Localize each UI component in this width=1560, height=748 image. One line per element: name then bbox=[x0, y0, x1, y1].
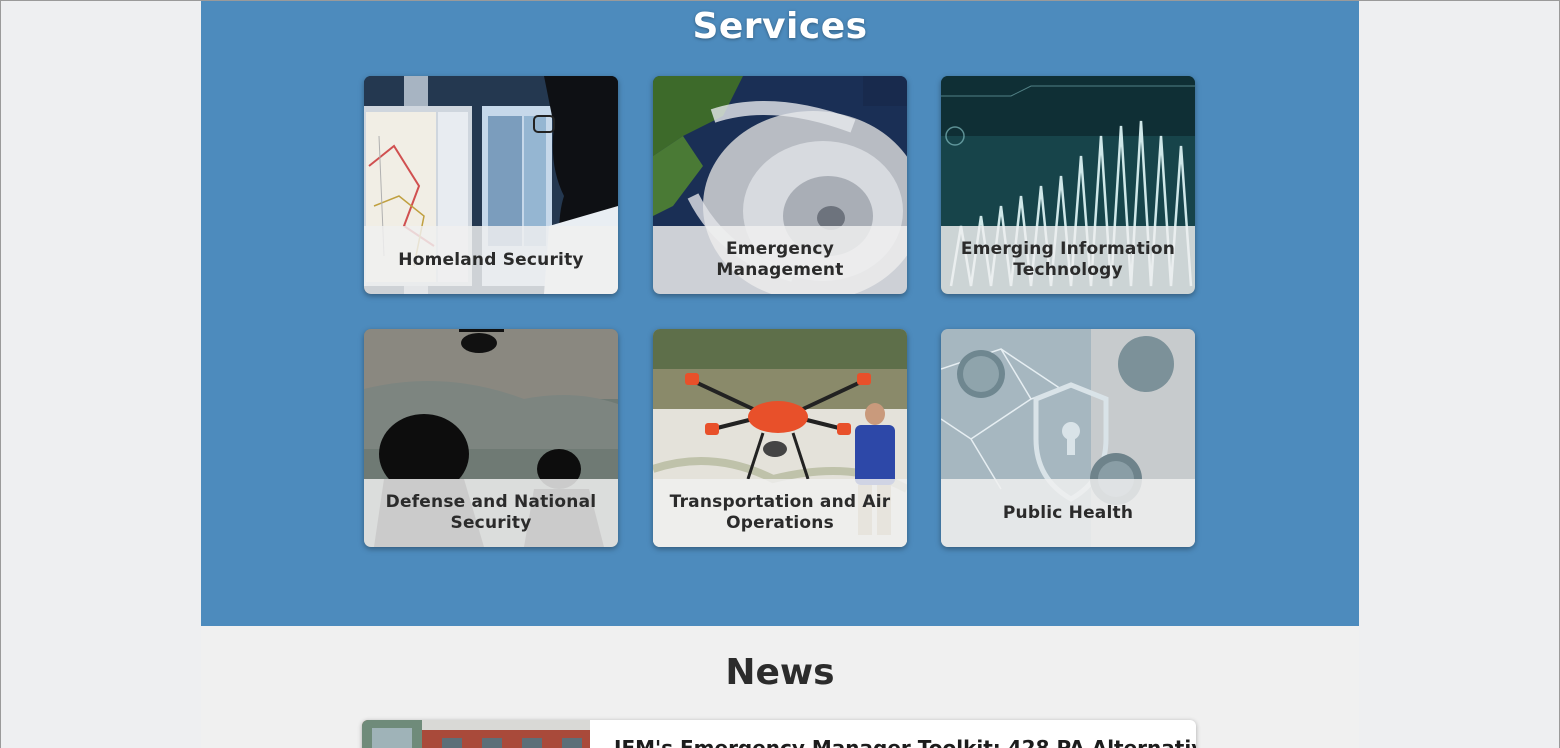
service-label-band: Defense and National Security bbox=[364, 479, 618, 547]
service-card-transportation-and-air-operations[interactable]: Transportation and Air Operations bbox=[653, 329, 907, 547]
service-label-band: Transportation and Air Operations bbox=[653, 479, 907, 547]
service-card-homeland-security[interactable]: Homeland Security bbox=[364, 76, 618, 294]
service-label-band: Homeland Security bbox=[364, 226, 618, 294]
services-section: Services Homeland Security Emergency Man… bbox=[201, 0, 1359, 626]
services-heading: Services bbox=[692, 6, 868, 47]
service-card-label: Emergency Management bbox=[716, 239, 844, 280]
service-label-band: Public Health bbox=[941, 479, 1195, 547]
service-label-band: Emerging Information Technology bbox=[941, 226, 1195, 294]
page-content: Services Homeland Security Emergency Man… bbox=[201, 0, 1359, 748]
service-card-label: Homeland Security bbox=[398, 249, 584, 270]
service-card-label: Public Health bbox=[1002, 502, 1134, 523]
service-card-public-health[interactable]: Public Health bbox=[941, 329, 1195, 547]
service-card-emerging-information-technology[interactable]: Emerging Information Technology bbox=[941, 76, 1195, 294]
service-card-defense-and-national-security[interactable]: Defense and National Security bbox=[364, 329, 618, 547]
service-card-emergency-management[interactable]: Emergency Management bbox=[653, 76, 907, 294]
service-label-band: Emergency Management bbox=[653, 226, 907, 294]
news-item[interactable]: IEM's Emergency Manager Toolkit: 428 PA … bbox=[362, 720, 1196, 748]
news-heading: News bbox=[725, 652, 835, 693]
service-card-label: Defense and National Security bbox=[385, 492, 597, 533]
brick-building-image bbox=[362, 720, 590, 748]
service-card-label: Emerging Information Technology bbox=[960, 239, 1176, 280]
news-headline[interactable]: IEM's Emergency Manager Toolkit: 428 PA … bbox=[614, 736, 1196, 748]
service-card-label: Transportation and Air Operations bbox=[669, 492, 891, 533]
